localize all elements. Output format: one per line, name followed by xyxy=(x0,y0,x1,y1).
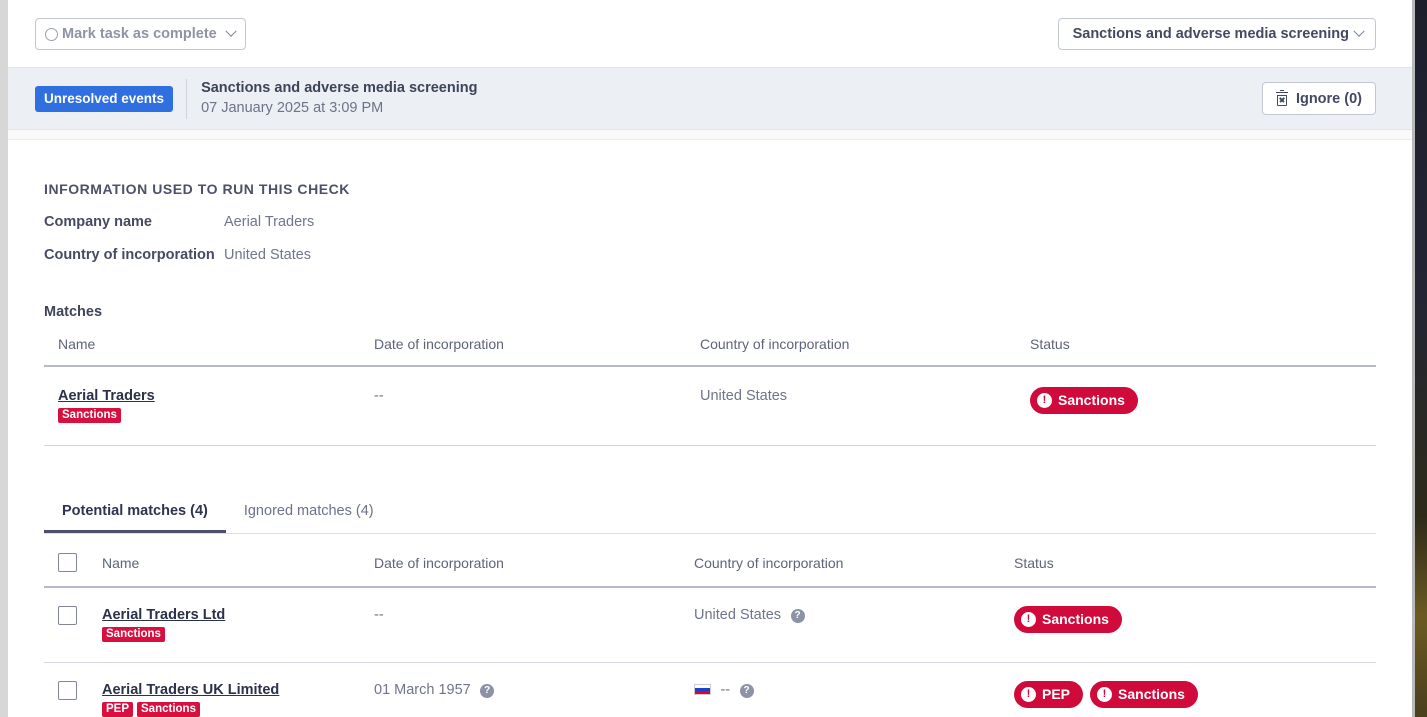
ignore-button[interactable]: Ignore (0) xyxy=(1261,82,1376,115)
match-country: United States xyxy=(700,388,788,404)
mark-task-complete-button[interactable]: Mark task as complete xyxy=(35,18,246,50)
check-type-value: Sanctions and adverse media screening xyxy=(1072,26,1349,42)
match-tags: Sanctions xyxy=(102,627,374,642)
main-content: INFORMATION USED TO RUN THIS CHECK Compa… xyxy=(8,181,1412,717)
help-icon[interactable]: ? xyxy=(739,684,754,698)
row-checkbox[interactable] xyxy=(58,606,77,625)
info-section-heading: INFORMATION USED TO RUN THIS CHECK xyxy=(44,181,350,197)
info-row: Company name Aerial Traders xyxy=(44,214,1376,230)
potential-matches-table: Name Date of incorporation Country of in… xyxy=(44,534,1376,717)
ignore-label: Ignore (0) xyxy=(1295,90,1362,107)
tag-sanctions: Sanctions xyxy=(102,627,165,642)
status-pill-pep: ! PEP xyxy=(1014,681,1084,708)
circle-outline-icon xyxy=(45,27,58,41)
app-root: Mark task as complete Sanctions and adve… xyxy=(0,0,1427,717)
mark-task-complete-label: Mark task as complete xyxy=(62,26,217,42)
tab-potential-matches[interactable]: Potential matches (4) xyxy=(44,503,226,533)
tag-pep: PEP xyxy=(102,702,134,717)
help-icon[interactable]: ? xyxy=(790,609,805,623)
event-date: 07 January 2025 at 3:09 PM xyxy=(201,100,384,116)
select-all-checkbox[interactable] xyxy=(58,553,77,572)
match-status: ! PEP ! Sanctions xyxy=(1014,681,1376,708)
info-label: Company name xyxy=(44,214,152,230)
match-date: -- xyxy=(374,388,384,404)
row-checkbox[interactable] xyxy=(58,681,77,700)
status-badge: Unresolved events xyxy=(35,85,174,112)
status-pill-label: Sanctions xyxy=(1058,392,1125,408)
table-row: Aerial Traders UK Limited PEP Sanctions … xyxy=(44,662,1376,717)
page-surface: Mark task as complete Sanctions and adve… xyxy=(8,0,1412,717)
exclamation-icon: ! xyxy=(1097,686,1113,702)
exclamation-icon: ! xyxy=(1037,392,1052,408)
exclamation-icon: ! xyxy=(1021,686,1036,702)
table-row: Aerial Traders Ltd Sanctions -- United S… xyxy=(44,587,1376,663)
status-pill-label: Sanctions xyxy=(1118,686,1185,702)
event-title: Sanctions and adverse media screening xyxy=(201,80,478,96)
help-icon[interactable]: ? xyxy=(480,684,495,698)
column-header-country: Country of incorporation xyxy=(694,534,1014,588)
check-type-dropdown[interactable]: Sanctions and adverse media screening xyxy=(1057,18,1376,50)
match-tags: PEP Sanctions xyxy=(102,702,374,717)
trash-icon xyxy=(1275,89,1288,106)
match-country: -- xyxy=(720,682,731,698)
match-status: ! Sanctions xyxy=(1030,387,1376,414)
match-name-link[interactable]: Aerial Traders xyxy=(58,388,155,404)
match-name-link[interactable]: Aerial Traders UK Limited xyxy=(102,682,279,698)
info-label: Country of incorporation xyxy=(44,247,215,263)
status-pill-sanctions: ! Sanctions xyxy=(1030,387,1138,414)
match-name-link[interactable]: Aerial Traders Ltd xyxy=(102,607,225,623)
tag-sanctions: Sanctions xyxy=(137,702,200,717)
table-header-row: Name Date of incorporation Country of in… xyxy=(44,534,1376,588)
top-toolbar: Mark task as complete Sanctions and adve… xyxy=(8,0,1412,68)
column-header-status: Status xyxy=(1030,336,1376,367)
exclamation-icon: ! xyxy=(1021,611,1036,627)
status-pill-label: PEP xyxy=(1042,686,1071,702)
matches-tabs: Potential matches (4) Ignored matches (4… xyxy=(44,503,1376,534)
matches-table: Name Date of incorporation Country of in… xyxy=(44,336,1376,446)
tag-sanctions: Sanctions xyxy=(58,408,121,423)
column-header-date: Date of incorporation xyxy=(374,534,694,588)
column-header-select-all xyxy=(44,534,102,588)
match-status: ! Sanctions xyxy=(1014,606,1376,633)
column-header-name: Name xyxy=(102,534,374,588)
match-date: -- xyxy=(374,607,384,623)
match-tags: Sanctions xyxy=(58,408,374,423)
event-info: Sanctions and adverse media screening 07… xyxy=(201,79,477,118)
status-pill-label: Sanctions xyxy=(1042,611,1109,627)
status-pill-sanctions: ! Sanctions xyxy=(1090,681,1198,708)
chevron-down-icon xyxy=(1353,25,1365,37)
band-underline xyxy=(8,130,1412,140)
chevron-down-icon xyxy=(225,25,237,37)
tab-ignored-matches[interactable]: Ignored matches (4) xyxy=(226,503,392,533)
table-header-row: Name Date of incorporation Country of in… xyxy=(44,336,1376,367)
divider xyxy=(186,78,188,119)
info-value: Aerial Traders xyxy=(224,214,315,230)
column-header-status: Status xyxy=(1014,534,1376,588)
column-header-name: Name xyxy=(44,336,374,367)
event-band: Unresolved events Sanctions and adverse … xyxy=(8,68,1412,130)
info-value: United States xyxy=(224,247,312,263)
status-pill-sanctions: ! Sanctions xyxy=(1014,606,1122,633)
matches-heading: Matches xyxy=(44,304,103,320)
column-header-country: Country of incorporation xyxy=(700,336,1030,367)
window-right-edge xyxy=(1412,0,1427,717)
info-row: Country of incorporation United States xyxy=(44,247,1376,263)
table-row: Aerial Traders Sanctions -- United State… xyxy=(44,366,1376,446)
match-country: United States xyxy=(694,607,782,623)
column-header-date: Date of incorporation xyxy=(374,336,700,367)
match-date: 01 March 1957 xyxy=(374,682,471,698)
russia-flag-icon xyxy=(694,684,711,695)
